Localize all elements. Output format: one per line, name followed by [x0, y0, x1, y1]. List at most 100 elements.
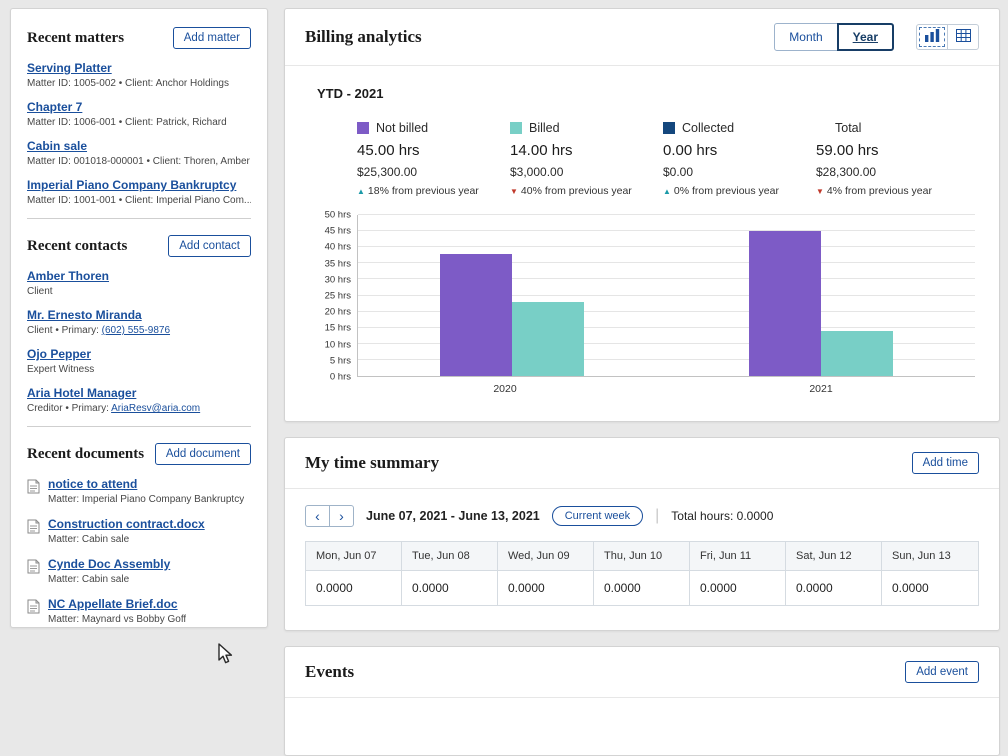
- chevron-right-icon: ›: [339, 509, 344, 523]
- current-week-badge[interactable]: Current week: [552, 506, 643, 526]
- y-tick-label: 20 hrs: [325, 307, 351, 318]
- stat-delta: ▼40% from previous year: [510, 185, 663, 197]
- stat-label: Total: [835, 121, 861, 135]
- bar-not-billed-2020: [440, 254, 512, 376]
- billing-bar-chart: 0 hrs5 hrs10 hrs15 hrs20 hrs25 hrs30 hrs…: [315, 215, 975, 377]
- x-tick-label: 2021: [663, 383, 979, 395]
- contact-item: Mr. Ernesto Miranda Client • Primary: (6…: [27, 308, 251, 336]
- document-item: Construction contract.docx Matter: Cabin…: [27, 517, 251, 545]
- document-file-icon: [27, 519, 40, 537]
- add-event-button[interactable]: Add event: [905, 661, 979, 683]
- legend-swatch-not-billed: [357, 122, 369, 134]
- add-contact-button[interactable]: Add contact: [168, 235, 251, 257]
- contact-link[interactable]: Amber Thoren: [27, 269, 109, 283]
- table-header-cell: Tue, Jun 08: [402, 542, 498, 571]
- table-value-cell: 0.0000: [594, 571, 690, 605]
- billing-analytics-card: Billing analytics Month Year: [284, 8, 1000, 422]
- previous-week-button[interactable]: ‹: [305, 505, 330, 527]
- bar-group-2021: [667, 215, 976, 376]
- date-range-label: June 07, 2021 - June 13, 2021: [366, 509, 540, 523]
- contact-role: Expert Witness: [27, 364, 94, 375]
- matter-link[interactable]: Cabin sale: [27, 139, 87, 153]
- chart-period-label: YTD - 2021: [317, 86, 979, 101]
- trend-down-icon: ▼: [510, 187, 518, 196]
- stat-collected: Collected 0.00 hrs $0.00 ▲0% from previo…: [663, 121, 816, 197]
- table-header-cell: Thu, Jun 10: [594, 542, 690, 571]
- stat-hours: 0.00 hrs: [663, 142, 816, 159]
- contact-link[interactable]: Aria Hotel Manager: [27, 386, 136, 400]
- stat-delta-text: 40% from previous year: [521, 185, 632, 197]
- document-link[interactable]: notice to attend: [48, 477, 137, 491]
- table-value-cell: 0.0000: [786, 571, 882, 605]
- y-tick-label: 40 hrs: [325, 242, 351, 253]
- table-header-cell: Fri, Jun 11: [690, 542, 786, 571]
- year-toggle-button[interactable]: Year: [837, 23, 894, 51]
- recent-matters-title: Recent matters: [27, 30, 124, 47]
- document-link[interactable]: NC Appellate Brief.doc: [48, 597, 178, 611]
- trend-up-icon: ▲: [357, 187, 365, 196]
- document-meta: Matter: Imperial Piano Company Bankruptc…: [48, 494, 244, 505]
- contact-item: Ojo Pepper Expert Witness: [27, 347, 251, 375]
- matter-meta: Matter ID: 1001-001 • Client: Imperial P…: [27, 195, 251, 206]
- stat-hours: 59.00 hrs: [816, 142, 969, 159]
- table-value-cell: 0.0000: [882, 571, 978, 605]
- month-toggle-button[interactable]: Month: [774, 23, 837, 51]
- table-view-button[interactable]: [947, 24, 979, 50]
- contact-primary-link[interactable]: (602) 555-9876: [102, 325, 170, 336]
- matter-item: Chapter 7 Matter ID: 1006-001 • Client: …: [27, 100, 251, 128]
- section-divider: [27, 426, 251, 427]
- chart-plot-area: [357, 215, 975, 377]
- document-file-icon: [27, 599, 40, 617]
- y-tick-label: 0 hrs: [330, 372, 351, 383]
- document-file-icon: [27, 559, 40, 577]
- y-tick-label: 35 hrs: [325, 258, 351, 269]
- period-toggle: Month Year: [774, 23, 894, 51]
- contact-role: Client • Primary:: [27, 325, 102, 336]
- stat-label: Billed: [529, 121, 560, 135]
- recent-contacts-section: Recent contacts Add contact Amber Thoren…: [27, 235, 251, 414]
- document-meta: Matter: Maynard vs Bobby Goff: [48, 614, 186, 625]
- stat-amount: $25,300.00: [357, 165, 510, 179]
- stat-label: Collected: [682, 121, 734, 135]
- table-value-cell: 0.0000: [402, 571, 498, 605]
- document-link[interactable]: Cynde Doc Assembly: [48, 557, 170, 571]
- matter-link[interactable]: Serving Platter: [27, 61, 112, 75]
- billing-stats: Not billed 45.00 hrs $25,300.00 ▲18% fro…: [357, 121, 969, 197]
- document-link[interactable]: Construction contract.docx: [48, 517, 205, 531]
- week-pager: ‹ ›: [305, 505, 354, 527]
- matter-meta: Matter ID: 1006-001 • Client: Patrick, R…: [27, 117, 251, 128]
- contact-role: Client: [27, 286, 53, 297]
- table-grid-icon: [956, 29, 971, 45]
- y-tick-label: 5 hrs: [330, 355, 351, 366]
- stat-amount: $28,300.00: [816, 165, 969, 179]
- stat-delta: ▼4% from previous year: [816, 185, 969, 197]
- chart-view-button[interactable]: [916, 24, 948, 50]
- contact-link[interactable]: Mr. Ernesto Miranda: [27, 308, 142, 322]
- matter-link[interactable]: Imperial Piano Company Bankruptcy: [27, 178, 236, 192]
- matter-item: Serving Platter Matter ID: 1005-002 • Cl…: [27, 61, 251, 89]
- bar-chart-icon: [925, 29, 940, 45]
- stat-amount: $0.00: [663, 165, 816, 179]
- next-week-button[interactable]: ›: [329, 505, 354, 527]
- add-time-button[interactable]: Add time: [912, 452, 979, 474]
- matter-item: Cabin sale Matter ID: 001018-000001 • Cl…: [27, 139, 251, 167]
- matter-link[interactable]: Chapter 7: [27, 100, 82, 114]
- add-document-button[interactable]: Add document: [155, 443, 251, 465]
- table-value-cell: 0.0000: [498, 571, 594, 605]
- contact-link[interactable]: Ojo Pepper: [27, 347, 91, 361]
- bar-billed-2021: [821, 331, 893, 376]
- table-header-cell: Sun, Jun 13: [882, 542, 978, 571]
- table-header-cell: Sat, Jun 12: [786, 542, 882, 571]
- add-matter-button[interactable]: Add matter: [173, 27, 251, 49]
- stat-hours: 45.00 hrs: [357, 142, 510, 159]
- contact-meta: Client: [27, 286, 251, 297]
- stat-delta-text: 18% from previous year: [368, 185, 479, 197]
- y-tick-label: 45 hrs: [325, 226, 351, 237]
- document-item: Cynde Doc Assembly Matter: Cabin sale: [27, 557, 251, 585]
- legend-swatch-collected: [663, 122, 675, 134]
- bar-group-2020: [358, 215, 667, 376]
- recent-documents-title: Recent documents: [27, 446, 144, 463]
- time-summary-title: My time summary: [305, 453, 439, 473]
- legend-swatch-billed: [510, 122, 522, 134]
- contact-primary-link[interactable]: AriaResv@aria.com: [111, 403, 200, 414]
